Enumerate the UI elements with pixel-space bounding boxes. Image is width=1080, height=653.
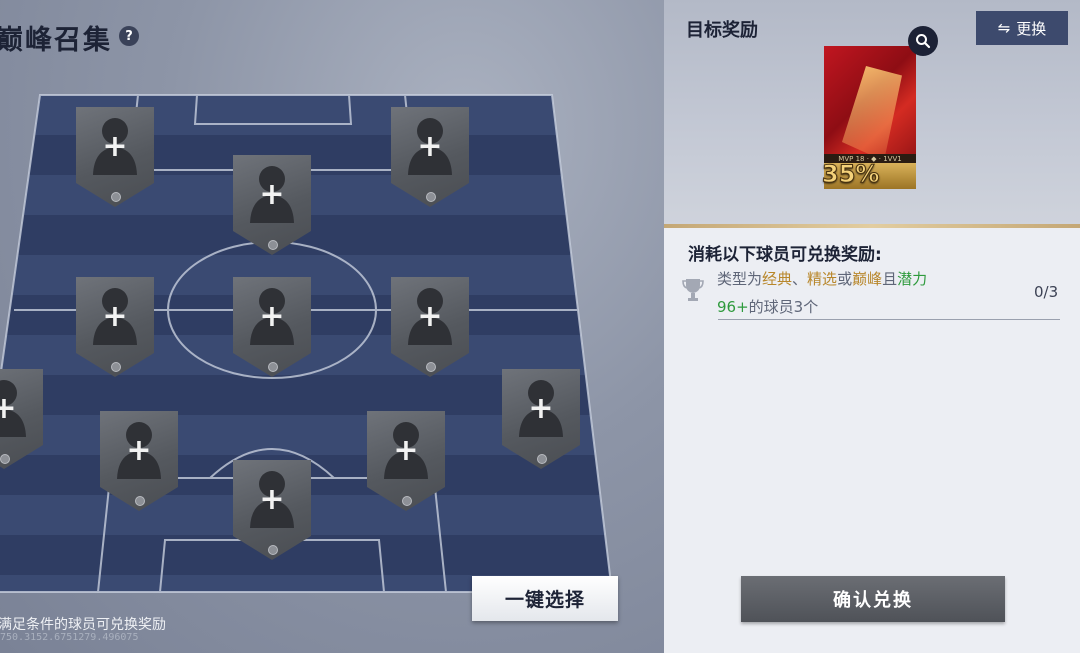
slot-dot — [111, 362, 121, 372]
slot-dot — [426, 192, 436, 202]
add-player-icon: + — [0, 391, 17, 426]
add-player-icon: + — [393, 433, 419, 468]
bottom-hint: 满足条件的球员可兑换奖励 — [0, 617, 166, 633]
swap-reward-button[interactable]: ⇋ 更换 — [976, 11, 1068, 45]
slot-dot — [268, 362, 278, 372]
add-player-icon: + — [126, 433, 152, 468]
add-player-icon: + — [259, 299, 285, 334]
help-icon[interactable]: ? — [119, 26, 139, 46]
formation-panel: 巅峰召集 ? + + + + + + + + + + + 一键选择 满足条件的球… — [0, 0, 664, 653]
divider — [664, 224, 1080, 228]
pack-shine — [842, 66, 902, 161]
trophy-icon — [682, 279, 704, 301]
page-title: 巅峰召集 — [0, 25, 112, 56]
reward-panel: 目标奖励 ⇋ 更换 MVP 18 · ◆ · 1VV1 35% 消耗以下球员可兑… — [664, 0, 1080, 653]
add-player-icon: + — [528, 391, 554, 426]
auto-select-button[interactable]: 一键选择 — [472, 576, 618, 621]
confirm-exchange-button[interactable]: 确认兑换 — [741, 576, 1005, 622]
pack-percent: 35% — [821, 160, 880, 189]
debug-coordinates: 750.3152.6751279.496075 — [0, 632, 139, 643]
slot-dot — [268, 545, 278, 555]
swap-arrows-icon: ⇋ — [997, 19, 1011, 37]
slot-dot — [426, 362, 436, 372]
slot-dot — [402, 496, 412, 506]
requirement-underline — [718, 319, 1060, 320]
swap-label: 更换 — [1016, 19, 1047, 38]
slot-dot — [537, 454, 547, 464]
search-icon[interactable] — [908, 26, 938, 56]
add-player-icon: + — [259, 177, 285, 212]
requirement-text-line1: 类型为经典、精选或巅峰且潜力 — [717, 270, 928, 288]
condition-heading: 消耗以下球员可兑换奖励: — [688, 245, 882, 265]
add-player-icon: + — [417, 299, 443, 334]
magnifier-glyph-icon — [916, 34, 931, 49]
reward-title: 目标奖励 — [686, 20, 758, 41]
add-player-icon: + — [102, 129, 128, 164]
add-player-icon: + — [259, 482, 285, 517]
requirement-text-line2: 96+的球员3个 — [717, 298, 819, 316]
slot-dot — [135, 496, 145, 506]
add-player-icon: + — [417, 129, 443, 164]
slot-dot — [111, 192, 121, 202]
requirement-progress: 0/3 — [1034, 283, 1059, 301]
add-player-icon: + — [102, 299, 128, 334]
slot-dot — [0, 454, 10, 464]
slot-dot — [268, 240, 278, 250]
